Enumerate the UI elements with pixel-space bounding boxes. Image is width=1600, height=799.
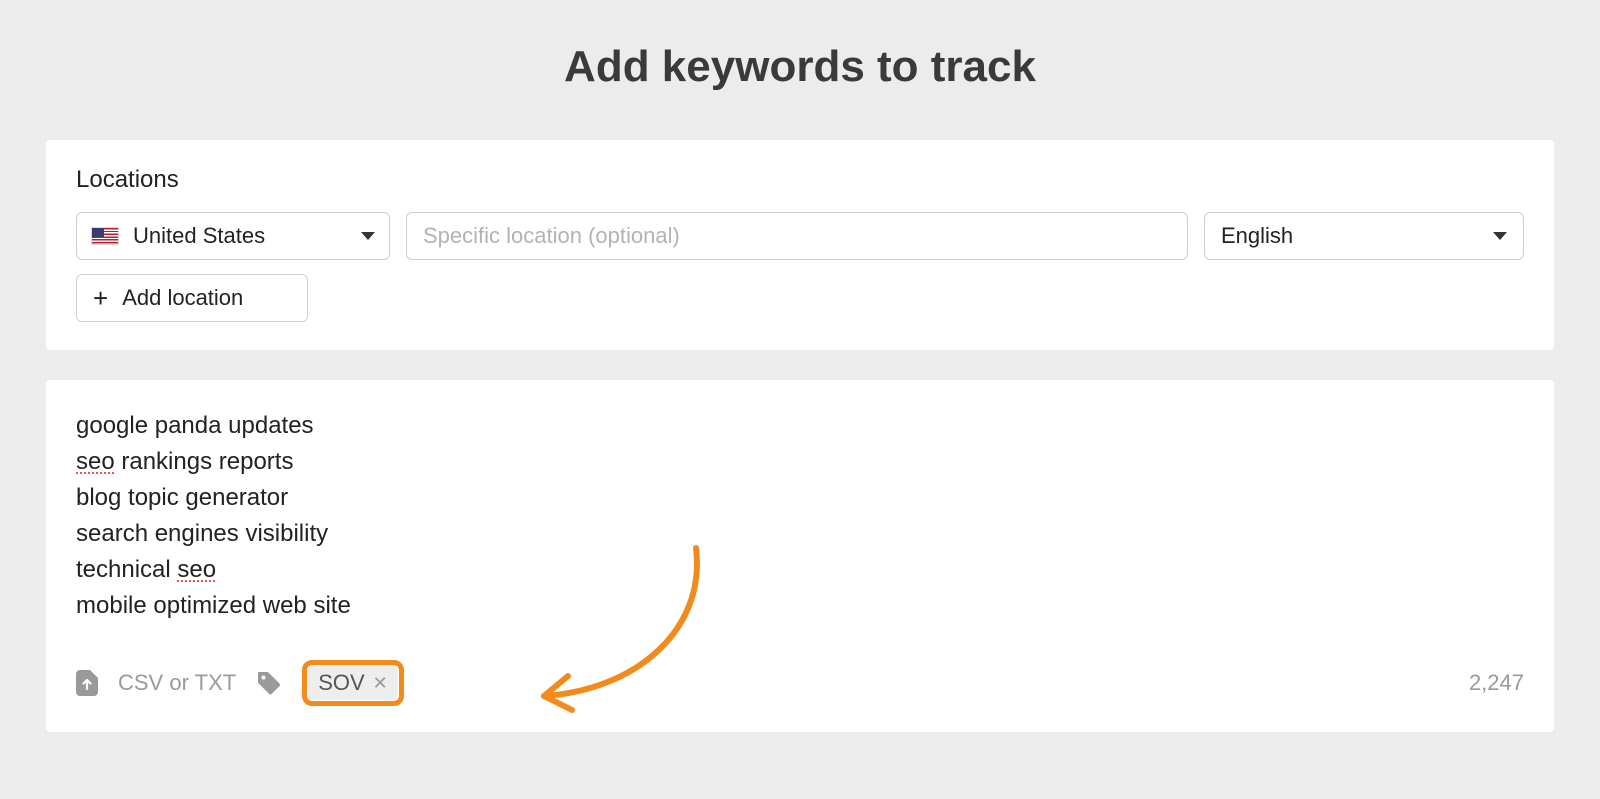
tag-icon[interactable] [256,670,282,696]
locations-label: Locations [76,166,1524,194]
specific-location-field[interactable] [406,212,1188,260]
add-location-label: Add location [122,285,243,311]
chevron-down-icon [1493,232,1507,240]
upload-file-label[interactable]: CSV or TXT [118,670,236,696]
language-select-value: English [1221,223,1293,249]
locations-card: Locations United States English + Add lo… [46,140,1554,350]
us-flag-icon [91,227,119,245]
close-icon[interactable]: ✕ [373,673,388,694]
keyword-line: blog topic generator [76,480,1524,516]
specific-location-input[interactable] [423,223,1171,249]
keywords-footer: CSV or TXT SOV ✕ 2,247 [76,660,1524,706]
language-select[interactable]: English [1204,212,1524,260]
keyword-line: technical seo [76,552,1524,588]
country-select-value: United States [133,223,265,249]
keyword-line: search engines visibility [76,516,1524,552]
page-title: Add keywords to track [0,0,1600,140]
keywords-card: google panda updatesseo rankings reports… [46,380,1554,732]
character-count: 2,247 [1469,670,1524,696]
keyword-line: google panda updates [76,408,1524,444]
tag-chip-label: SOV [318,670,364,696]
plus-icon: + [93,285,108,311]
add-location-button[interactable]: + Add location [76,274,308,322]
tag-chip[interactable]: SOV ✕ [308,666,398,700]
tag-chip-highlight: SOV ✕ [302,660,404,706]
country-select[interactable]: United States [76,212,390,260]
keyword-line: mobile optimized web site [76,588,1524,624]
upload-file-icon[interactable] [76,670,98,696]
locations-row: United States English [76,212,1524,260]
keyword-line: seo rankings reports [76,444,1524,480]
chevron-down-icon [361,232,375,240]
keywords-textarea[interactable]: google panda updatesseo rankings reports… [76,408,1524,624]
